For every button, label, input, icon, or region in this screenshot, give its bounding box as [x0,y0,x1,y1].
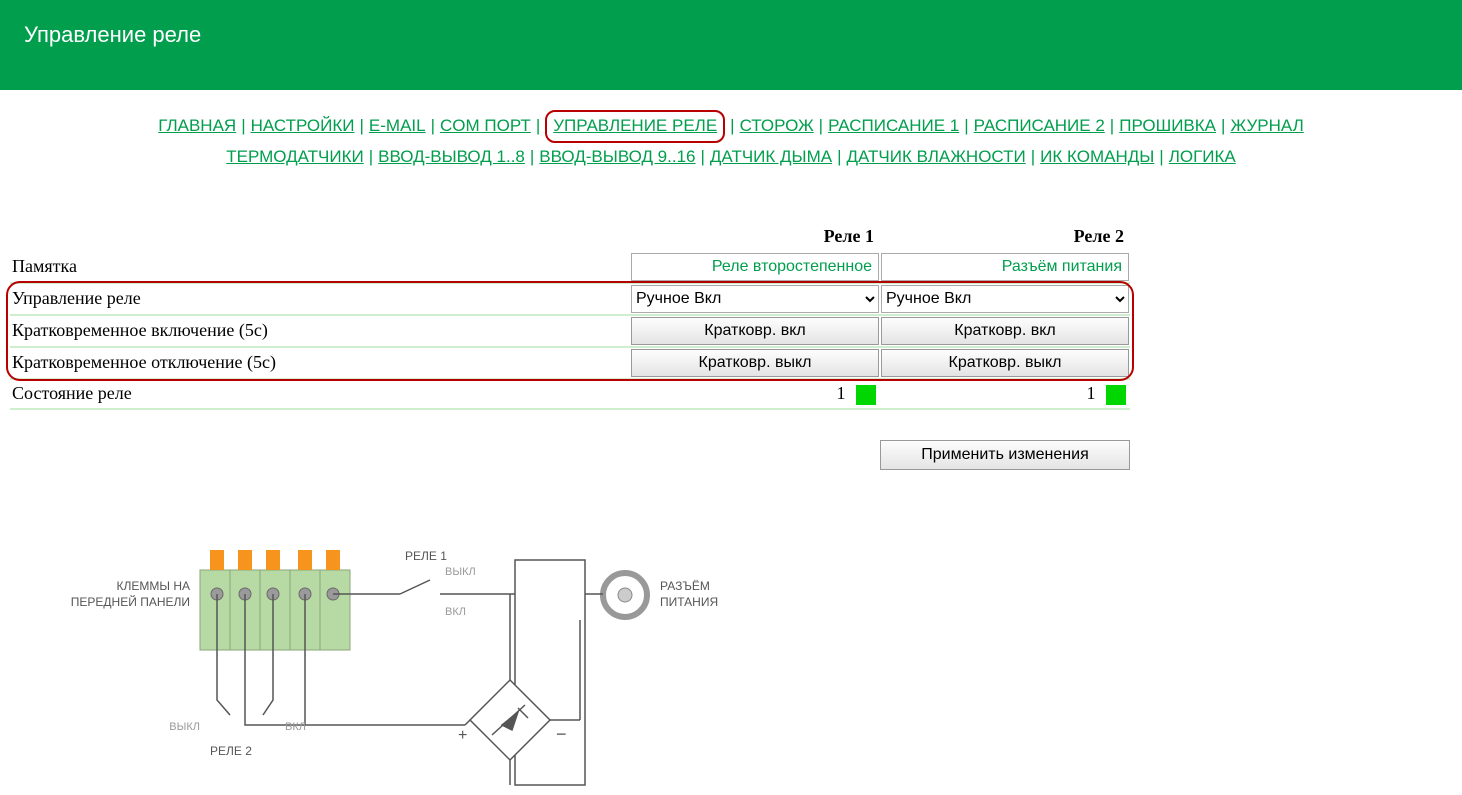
col-header-relay-1: Реле 1 [630,222,880,252]
nav-link[interactable]: ГЛАВНАЯ [158,116,236,135]
svg-text:РАЗЪЁМ: РАЗЪЁМ [660,579,710,593]
svg-text:КЛЕММЫ НА: КЛЕММЫ НА [117,579,191,593]
page-header: Управление реле [0,0,1462,90]
row-label-state: Состояние реле [10,379,630,409]
page-title: Управление реле [24,22,201,47]
nav-link[interactable]: ДАТЧИК ДЫМА [710,147,832,166]
memo-input-relay-2[interactable] [881,253,1129,281]
svg-text:РЕЛЕ 1: РЕЛЕ 1 [405,549,447,563]
row-label-control: Управление реле [10,283,630,315]
nav-link[interactable]: COM ПОРТ [440,116,531,135]
control-select-relay-1[interactable]: Ручное Вкл [631,285,879,313]
nav-link[interactable]: ТЕРМОДАТЧИКИ [226,147,363,166]
nav-link[interactable]: ПРОШИВКА [1119,116,1216,135]
schematic-diagram: КЛЕММЫ НА ПЕРЕДНЕЙ ПАНЕЛИ РЕЛЕ 1 ВЫКЛ ВК… [70,530,1462,795]
svg-text:ПИТАНИЯ: ПИТАНИЯ [660,595,718,609]
relay-table: Реле 1 Реле 2 Памятка Управление реле Ру… [10,222,1130,410]
short-on-button-relay-1[interactable]: Кратковр. вкл [631,317,879,345]
row-label-short-off: Кратковременное отключение (5с) [10,347,630,379]
svg-text:РЕЛЕ 2: РЕЛЕ 2 [210,744,252,758]
nav-link[interactable]: ВВОД-ВЫВОД 1..8 [378,147,525,166]
row-label-short-on: Кратковременное включение (5с) [10,315,630,347]
nav-link-active: УПРАВЛЕНИЕ РЕЛЕ [545,110,725,143]
control-select-relay-2[interactable]: Ручное Вкл [881,285,1129,313]
svg-text:ПЕРЕДНЕЙ ПАНЕЛИ: ПЕРЕДНЕЙ ПАНЕЛИ [71,594,190,609]
svg-text:ВЫКЛ: ВЫКЛ [169,721,200,733]
short-on-button-relay-2[interactable]: Кратковр. вкл [881,317,1129,345]
svg-text:ВКЛ: ВКЛ [285,721,306,733]
nav-link[interactable]: РАСПИСАНИЕ 1 [828,116,959,135]
state-value-relay-2: 1 [1087,383,1096,403]
short-off-button-relay-1[interactable]: Кратковр. выкл [631,349,879,377]
memo-input-relay-1[interactable] [631,253,879,281]
svg-text:ВЫКЛ: ВЫКЛ [445,566,476,578]
svg-text:ВКЛ: ВКЛ [445,606,466,618]
state-indicator-relay-1 [856,385,876,405]
nav-link[interactable]: ЛОГИКА [1169,147,1236,166]
state-indicator-relay-2 [1106,385,1126,405]
nav-link[interactable]: E-MAIL [369,116,426,135]
nav-link[interactable]: ВВОД-ВЫВОД 9..16 [539,147,695,166]
short-off-button-relay-2[interactable]: Кратковр. выкл [881,349,1129,377]
nav-link[interactable]: ЖУРНАЛ [1230,116,1303,135]
nav-link[interactable]: СТОРОЖ [740,116,814,135]
row-label-memo: Памятка [10,252,630,283]
top-nav: ГЛАВНАЯ|НАСТРОЙКИ|E-MAIL|COM ПОРТ|УПРАВЛ… [0,110,1462,172]
nav-link[interactable]: НАСТРОЙКИ [251,116,355,135]
state-value-relay-1: 1 [837,383,846,403]
nav-link[interactable]: УПРАВЛЕНИЕ РЕЛЕ [553,116,717,135]
col-header-relay-2: Реле 2 [880,222,1130,252]
svg-text:−: − [556,724,567,744]
svg-text:+: + [458,727,467,744]
apply-button[interactable]: Применить изменения [880,440,1130,470]
nav-link[interactable]: ДАТЧИК ВЛАЖНОСТИ [847,147,1026,166]
nav-link[interactable]: ИК КОМАНДЫ [1040,147,1154,166]
nav-link[interactable]: РАСПИСАНИЕ 2 [974,116,1105,135]
